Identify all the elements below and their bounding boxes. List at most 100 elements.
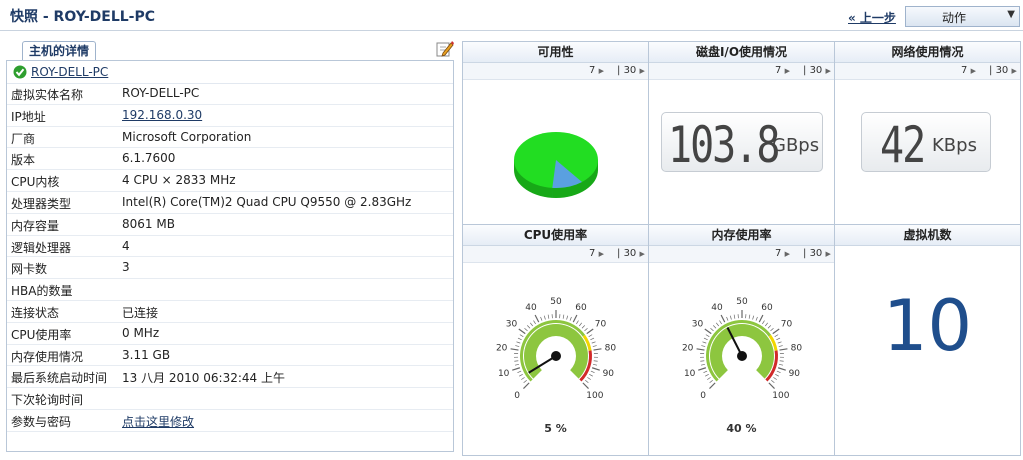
gauge-tick [588,334,593,337]
detail-label: 厂商 [11,131,36,146]
gauge-tick [523,379,527,384]
gauge-tick-label: 40 [711,303,723,313]
gauge-tick-label: 40 [525,303,537,313]
gauge-tick-label: 70 [781,320,793,330]
gauge-tick [582,382,589,389]
gauge-tick [779,348,788,351]
detail-row: CPU内核 4 CPU × 2833 MHz [7,170,453,192]
period-30-button[interactable]: | 30 ▶ [989,65,1017,76]
gauge-tick [533,320,536,325]
vm-count-value: 10 [882,285,973,367]
gauge-tick [510,348,519,351]
widget-title: 可用性 [463,42,648,63]
cpu-usage-widget: CPU使用率 7 ▶ | 30 ▶ 0 10 20 30 40 50 60 70 80 90 100… [463,225,649,455]
period-30-button[interactable]: | 30 ▶ [617,65,645,76]
gauge-tick [512,367,521,371]
detail-value-link[interactable]: 192.168.0.30 [122,108,202,122]
gauge-tick-label: 90 [603,369,615,379]
gauge-tick-label: 90 [789,369,801,379]
gauge-tick-label: 50 [736,297,748,307]
gauge-tick [777,341,782,344]
detail-label: 虚拟实体名称 [11,88,84,102]
gauge-tick-label: 30 [692,320,704,330]
gauge-tick [779,360,784,362]
gauge-tick [700,360,705,362]
detail-label: 内存容量 [11,218,60,233]
gauge-tick [526,325,531,329]
gauge-tick [710,327,714,332]
dashboard-grid: 可用性 7 ▶ | 30 ▶ 磁盘I/O使用情况 7 ▶ | 30 ▶ 103.… [462,41,1021,456]
period-7-button[interactable]: 7 ▶ [775,248,790,259]
host-name-link[interactable]: ROY-DELL-PC [31,65,108,79]
gauge-tick [592,345,597,347]
detail-row: 连接状态 已连接 [7,301,453,323]
gauge-tick [733,314,736,319]
detail-value: 6.1.7600 [122,151,176,166]
gauge-tick [534,314,540,323]
disk-io-widget: 磁盘I/O使用情况 7 ▶ | 30 ▶ 103.8 GBps [649,42,835,225]
period-7-button[interactable]: 7 ▶ [775,65,790,76]
detail-label: 最后系统启动时间 [11,371,108,386]
gauge-tick [587,377,591,380]
detail-label: 网卡数 [11,262,48,277]
period-30-button[interactable]: | 30 ▶ [617,248,645,259]
gauge-tick [707,377,711,380]
host-detail-list: 虚拟实体名称 ROY-DELL-PC IP地址 192.168.0.30 厂商 Micro… [7,83,453,432]
gauge-tick [776,337,781,341]
detail-value: 3 [122,260,130,275]
gauge-tick-label: 20 [496,343,508,353]
gauge-tick [752,315,755,320]
detail-row: CPU使用率 0 MHz [7,323,453,345]
detail-row: 网卡数 3 [7,257,453,280]
detail-label: 内存使用情况 [11,349,84,364]
detail-label: 下次轮询时间 [11,393,84,408]
gauge-tick [778,345,783,347]
gauge-tick [516,341,521,344]
gauge-tick-label: 10 [498,369,510,379]
gauge-tick [765,322,769,327]
gauge-tick [524,327,528,332]
cpu-gauge: 0 10 20 30 40 50 60 70 80 90 100 [496,297,616,401]
gauge-tick [543,315,546,320]
gauge-tick [729,315,732,320]
memory-gauge-value: 40 % [726,422,757,435]
tab-host-details[interactable]: 主机的详情 [22,41,97,61]
gauge-tick [585,379,589,384]
gauge-tick [584,327,588,332]
detail-value: 13 八月 2010 06:32:44 上午 [122,371,285,386]
gauge-tick [566,315,569,320]
gauge-tick-label: 0 [514,391,520,401]
detail-row: 最后系统启动时间 13 八月 2010 06:32:44 上午 [7,366,453,389]
action-dropdown[interactable]: 动作 ▼ [905,6,1020,27]
gauge-tick [518,328,526,335]
detail-label: CPU内核 [11,175,60,190]
detail-row: 内存容量 8061 MB [7,214,453,236]
gauge-tick [579,322,583,327]
detail-value: Microsoft Corporation [122,129,252,144]
detail-value: Intel(R) Core(TM)2 Quad CPU Q9550 @ 2.83… [122,194,412,209]
memory-gauge: 0 10 20 30 40 50 60 70 80 90 100 [682,297,802,401]
gauge-tick [593,360,598,362]
edit-pencil-icon[interactable] [436,40,454,58]
detail-row: HBA的数量 [7,279,453,301]
period-30-button[interactable]: | 30 ▶ [803,248,831,259]
period-7-button[interactable]: 7 ▶ [589,248,604,259]
period-7-button[interactable]: 7 ▶ [961,65,976,76]
back-link[interactable]: « 上一步 [848,9,896,26]
period-7-button[interactable]: 7 ▶ [589,65,604,76]
top-bar: 快照 - ROY-DELL-PC « 上一步 动作 ▼ [0,0,1023,31]
gauge-tick [572,314,578,323]
gauge-tick [720,314,726,323]
widget-title: 虚拟机数 [835,225,1020,246]
host-header-row: ROY-DELL-PC [7,61,453,84]
gauge-tick [514,360,519,362]
gauge-tick [519,334,524,337]
detail-value-link[interactable]: 点击这里修改 [122,413,194,430]
detail-label: 逻辑处理器 [11,240,72,255]
gauge-tick [517,337,522,341]
detail-label: CPU使用率 [11,327,72,342]
period-30-button[interactable]: | 30 ▶ [803,65,831,76]
gauge-tick [772,328,780,335]
gauge-tick [589,373,593,377]
gauge-tick [540,316,543,321]
